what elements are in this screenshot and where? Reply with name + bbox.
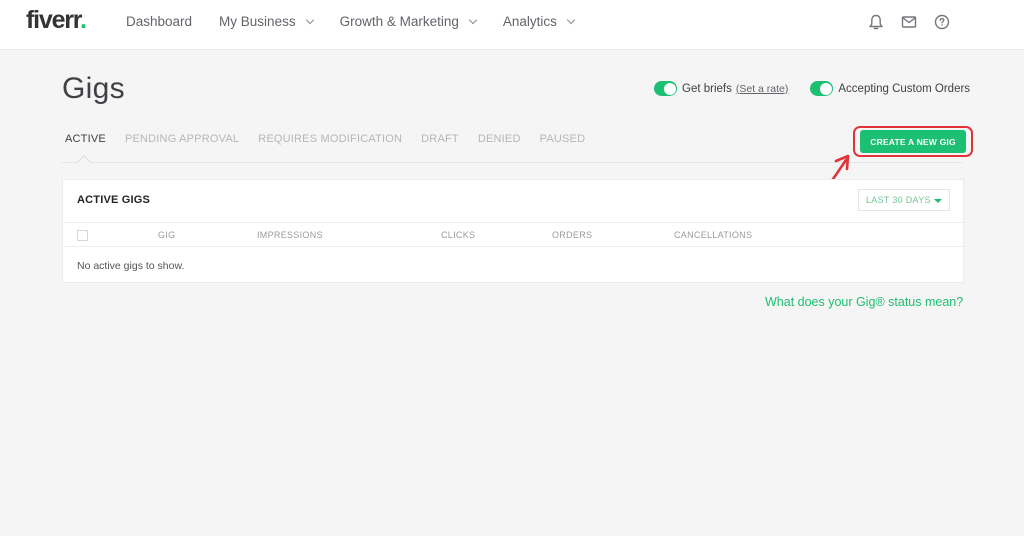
- tab-draft[interactable]: DRAFT: [421, 133, 459, 145]
- custom-orders-label: Accepting Custom Orders: [838, 82, 971, 95]
- nav-analytics[interactable]: Analytics: [502, 14, 576, 29]
- seller-toggles: Get briefs (Set a rate) Accepting Custom…: [654, 81, 970, 96]
- nav-label: Dashboard: [126, 14, 193, 29]
- nav-label: Growth & Marketing: [339, 14, 459, 29]
- active-gigs-card: ACTIVE GIGS LAST 30 DAYS GIG IMPRESSIONS…: [62, 179, 964, 283]
- column-impressions[interactable]: IMPRESSIONS: [257, 230, 323, 240]
- set-a-rate-link[interactable]: (Set a rate): [736, 83, 789, 95]
- gig-status-help-link[interactable]: What does your Gig® status mean?: [765, 295, 963, 309]
- chevron-down-icon: [305, 15, 314, 24]
- chevron-down-icon: [566, 15, 576, 24]
- nav-growth-marketing[interactable]: Growth & Marketing: [339, 14, 478, 29]
- logo-text: fiverr: [26, 6, 81, 34]
- help-icon[interactable]: [932, 12, 952, 32]
- chevron-down-icon: [468, 15, 478, 24]
- tab-requires-modification[interactable]: REQUIRES MODIFICATION: [258, 133, 402, 145]
- gig-status-tabs: ACTIVE PENDING APPROVAL REQUIRES MODIFIC…: [62, 133, 812, 145]
- tab-pending-approval[interactable]: PENDING APPROVAL: [125, 133, 239, 145]
- page-title: Gigs: [62, 72, 125, 105]
- table-header: GIG IMPRESSIONS CLICKS ORDERS CANCELLATI…: [63, 222, 963, 247]
- card-title: ACTIVE GIGS: [77, 194, 151, 206]
- nav-label: My Business: [219, 14, 296, 29]
- get-briefs-toggle[interactable]: [654, 81, 677, 96]
- caret-down-icon: [934, 199, 942, 203]
- empty-state-message: No active gigs to show.: [77, 260, 185, 272]
- column-cancellations[interactable]: CANCELLATIONS: [674, 230, 752, 240]
- get-briefs-label: Get briefs: [682, 82, 732, 95]
- get-briefs-toggle-group: Get briefs (Set a rate): [654, 81, 788, 96]
- date-range-select[interactable]: LAST 30 DAYS: [858, 189, 950, 211]
- column-gig[interactable]: GIG: [158, 230, 175, 240]
- column-clicks[interactable]: CLICKS: [441, 230, 475, 240]
- logo-dot: .: [79, 6, 87, 34]
- select-all-checkbox[interactable]: [77, 230, 88, 241]
- create-new-gig-button[interactable]: CREATE A NEW GIG: [860, 130, 966, 153]
- active-tab-indicator: [76, 154, 92, 170]
- column-orders[interactable]: ORDERS: [552, 230, 592, 240]
- nav-label: Analytics: [502, 14, 557, 29]
- main-nav: Dashboard My Business Growth & Marketing…: [126, 14, 601, 29]
- tab-paused[interactable]: PAUSED: [540, 133, 586, 145]
- custom-orders-toggle[interactable]: [810, 81, 834, 96]
- top-header: fiverr. Dashboard My Business Growth & M…: [0, 0, 1024, 50]
- nav-dashboard[interactable]: Dashboard: [126, 14, 192, 29]
- mail-icon[interactable]: [899, 12, 919, 32]
- nav-my-business[interactable]: My Business: [219, 14, 314, 29]
- fiverr-logo[interactable]: fiverr.: [26, 6, 87, 35]
- tab-denied[interactable]: DENIED: [478, 133, 521, 145]
- custom-orders-toggle-group: Accepting Custom Orders: [810, 81, 970, 96]
- bell-icon[interactable]: [866, 12, 886, 32]
- date-range-value: LAST 30 DAYS: [866, 195, 931, 205]
- tab-active[interactable]: ACTIVE: [65, 133, 106, 145]
- header-icons: [866, 12, 965, 32]
